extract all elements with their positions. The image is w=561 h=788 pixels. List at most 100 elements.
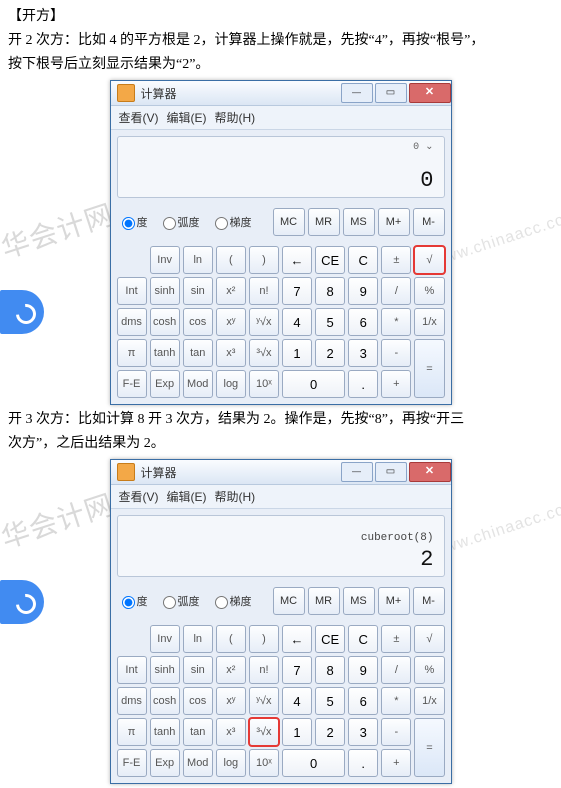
maximize-button[interactable] <box>375 83 407 103</box>
key-sinh[interactable]: sinh <box>150 656 180 684</box>
key-C[interactable]: C <box>348 625 378 653</box>
key-[interactable]: ( <box>216 246 246 274</box>
key-2[interactable]: 2 <box>315 718 345 746</box>
key-0[interactable]: 0 <box>282 749 345 777</box>
mode-grad[interactable]: 梯度 <box>210 593 252 609</box>
key-tanh[interactable]: tanh <box>150 718 180 746</box>
key-x[interactable]: ³√x <box>249 718 279 746</box>
key-5[interactable]: 5 <box>315 308 345 336</box>
mem-m+[interactable]: M+ <box>378 208 410 236</box>
key-[interactable]: ( <box>216 625 246 653</box>
key-tan[interactable]: tan <box>183 339 213 367</box>
key-6[interactable]: 6 <box>348 687 378 715</box>
key-dms[interactable]: dms <box>117 308 147 336</box>
key-cosh[interactable]: cosh <box>150 308 180 336</box>
close-button[interactable] <box>409 83 451 103</box>
key-[interactable]: % <box>414 277 444 305</box>
key-Mod[interactable]: Mod <box>183 370 213 398</box>
mem-mc[interactable]: MC <box>273 587 305 615</box>
key-sinh[interactable]: sinh <box>150 277 180 305</box>
key-[interactable]: ± <box>381 246 411 274</box>
key-[interactable]: ) <box>249 246 279 274</box>
key-[interactable]: + <box>381 749 411 777</box>
key-1[interactable]: 1 <box>282 339 312 367</box>
key-x[interactable]: x³ <box>216 339 246 367</box>
key-7[interactable]: 7 <box>282 277 312 305</box>
mem-mr[interactable]: MR <box>308 208 340 236</box>
mem-ms[interactable]: MS <box>343 587 375 615</box>
key-n[interactable]: n! <box>249 656 279 684</box>
key-Inv[interactable]: Inv <box>150 246 180 274</box>
key-[interactable]: ) <box>249 625 279 653</box>
key-5[interactable]: 5 <box>315 687 345 715</box>
menu-edit[interactable]: 编辑(E) <box>167 111 207 125</box>
menu-edit[interactable]: 编辑(E) <box>167 490 207 504</box>
key-Int[interactable]: Int <box>117 656 147 684</box>
key-10[interactable]: 10ˣ <box>249 749 279 777</box>
key-[interactable]: . <box>348 749 378 777</box>
key-dms[interactable]: dms <box>117 687 147 715</box>
key-1[interactable]: 1 <box>282 718 312 746</box>
key-C[interactable]: C <box>348 246 378 274</box>
key-7[interactable]: 7 <box>282 656 312 684</box>
key-9[interactable]: 9 <box>348 656 378 684</box>
close-button[interactable] <box>409 462 451 482</box>
mem-m-[interactable]: M- <box>413 587 445 615</box>
key-tan[interactable]: tan <box>183 718 213 746</box>
key-9[interactable]: 9 <box>348 277 378 305</box>
mem-m-[interactable]: M- <box>413 208 445 236</box>
mem-ms[interactable]: MS <box>343 208 375 236</box>
key-x[interactable]: ʸ√x <box>249 687 279 715</box>
mem-m+[interactable]: M+ <box>378 587 410 615</box>
key-FE[interactable]: F-E <box>117 749 147 777</box>
key-[interactable]: / <box>381 656 411 684</box>
mem-mc[interactable]: MC <box>273 208 305 236</box>
key-4[interactable]: 4 <box>282 687 312 715</box>
key-8[interactable]: 8 <box>315 277 345 305</box>
key-2[interactable]: 2 <box>315 339 345 367</box>
minimize-button[interactable] <box>341 83 373 103</box>
menu-view[interactable]: 查看(V) <box>119 490 159 504</box>
key-3[interactable]: 3 <box>348 339 378 367</box>
key-Mod[interactable]: Mod <box>183 749 213 777</box>
key-[interactable]: √ <box>414 246 444 274</box>
key-x[interactable]: ³√x <box>249 339 279 367</box>
key-Exp[interactable]: Exp <box>150 370 180 398</box>
key-[interactable]: √ <box>414 625 444 653</box>
mem-mr[interactable]: MR <box>308 587 340 615</box>
key-x[interactable]: x² <box>216 656 246 684</box>
minimize-button[interactable] <box>341 462 373 482</box>
key-[interactable]: - <box>381 339 411 367</box>
key-1x[interactable]: 1/x <box>414 687 444 715</box>
key-[interactable]: ← <box>282 246 312 274</box>
key-[interactable]: π <box>117 339 147 367</box>
key-FE[interactable]: F-E <box>117 370 147 398</box>
key-[interactable]: = <box>414 718 444 777</box>
key-3[interactable]: 3 <box>348 718 378 746</box>
key-4[interactable]: 4 <box>282 308 312 336</box>
menu-view[interactable]: 查看(V) <box>119 111 159 125</box>
key-10[interactable]: 10ˣ <box>249 370 279 398</box>
key-ln[interactable]: ln <box>183 246 213 274</box>
key-0[interactable]: 0 <box>282 370 345 398</box>
key-CE[interactable]: CE <box>315 246 345 274</box>
key-x[interactable]: x² <box>216 277 246 305</box>
key-[interactable]: % <box>414 656 444 684</box>
key-log[interactable]: log <box>216 749 246 777</box>
key-8[interactable]: 8 <box>315 656 345 684</box>
key-Exp[interactable]: Exp <box>150 749 180 777</box>
key-Inv[interactable]: Inv <box>150 625 180 653</box>
key-x[interactable]: xʸ <box>216 687 246 715</box>
key-[interactable]: π <box>117 718 147 746</box>
key-[interactable]: / <box>381 277 411 305</box>
key-[interactable]: . <box>348 370 378 398</box>
key-cosh[interactable]: cosh <box>150 687 180 715</box>
key-cos[interactable]: cos <box>183 687 213 715</box>
menu-help[interactable]: 帮助(H) <box>215 111 256 125</box>
mode-grad[interactable]: 梯度 <box>210 214 252 230</box>
key-log[interactable]: log <box>216 370 246 398</box>
key-cos[interactable]: cos <box>183 308 213 336</box>
key-tanh[interactable]: tanh <box>150 339 180 367</box>
mode-rad[interactable]: 弧度 <box>158 593 200 609</box>
menu-help[interactable]: 帮助(H) <box>215 490 256 504</box>
